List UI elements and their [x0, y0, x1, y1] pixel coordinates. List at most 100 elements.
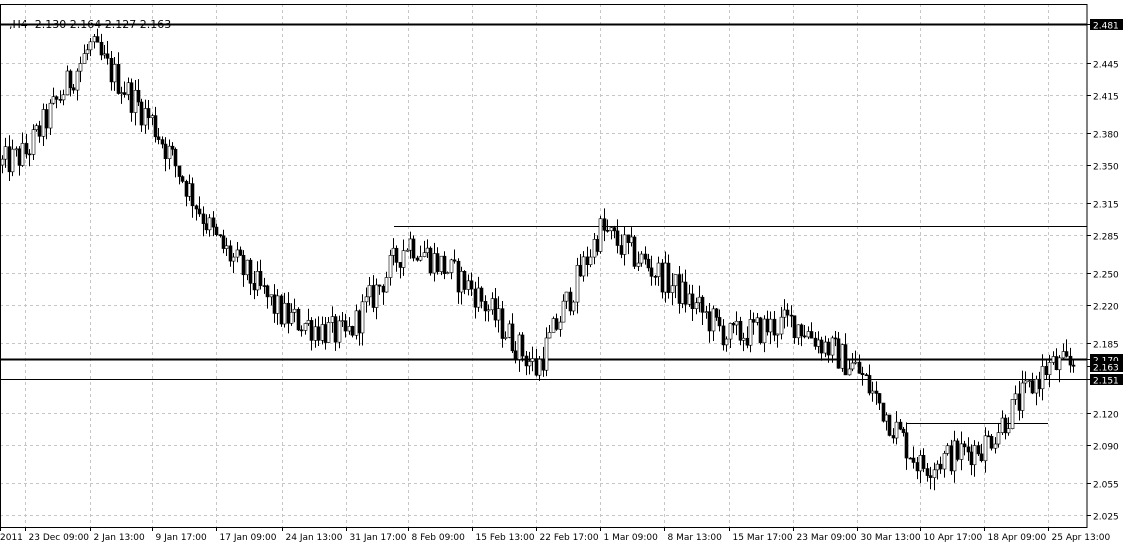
- candle-body: [741, 337, 746, 341]
- candle-body: [911, 457, 916, 463]
- x-tick-label: 8 Feb 09:00: [412, 533, 466, 543]
- candle-body: [779, 316, 784, 335]
- candle-body: [428, 247, 433, 274]
- candle-body: [1051, 356, 1056, 363]
- candle-body: [1030, 380, 1035, 394]
- candle-body: [507, 323, 512, 338]
- candle-body: [408, 238, 413, 251]
- candle-body: [751, 319, 756, 323]
- candle-body: [224, 245, 229, 249]
- candle-body: [156, 136, 161, 140]
- candle-body: [31, 129, 36, 155]
- candle-body: [418, 256, 423, 261]
- candle-body: [180, 176, 185, 182]
- candle-body: [901, 428, 906, 433]
- x-tick-label: 30 Mar 13:00: [861, 533, 921, 543]
- candle-body: [422, 252, 427, 257]
- candle-body: [867, 375, 872, 394]
- candle-body: [241, 255, 246, 276]
- candle-body: [3, 146, 8, 160]
- y-tick-label: 2.151: [1093, 377, 1119, 387]
- candle-body: [772, 318, 777, 336]
- candle-body: [102, 53, 107, 56]
- candle-body: [303, 323, 308, 331]
- candle-body: [466, 280, 471, 290]
- candle-body: [884, 414, 889, 422]
- candle-body: [806, 331, 811, 338]
- candle-body: [704, 311, 709, 313]
- candle-body: [738, 320, 743, 341]
- candle-body: [374, 284, 379, 308]
- candle-body: [27, 153, 32, 156]
- candle-body: [51, 96, 56, 104]
- candle-body: [989, 436, 994, 449]
- candle-body: [435, 253, 440, 272]
- candle-body: [126, 82, 131, 95]
- candle-body: [292, 308, 297, 313]
- candle-body: [258, 271, 263, 286]
- candle-body: [411, 238, 416, 259]
- candle-body: [680, 281, 685, 304]
- candle-body: [700, 296, 705, 313]
- candle-body: [112, 64, 117, 83]
- candle-body: [343, 320, 348, 332]
- frame-layer: [0, 4, 1088, 528]
- candle-body: [585, 256, 590, 266]
- price-chart[interactable]: 2.481 2.445 2.415 2.380 2.350 2.315 2.285 2.250…: [0, 0, 1131, 556]
- candle-body: [1010, 399, 1015, 429]
- candle-body: [571, 301, 576, 312]
- candle-body: [649, 267, 654, 277]
- candle-body: [952, 440, 957, 472]
- candle-body: [809, 331, 814, 339]
- candle-body: [37, 125, 42, 137]
- candle-body: [503, 337, 508, 339]
- x-tick-label: 24 Jan 13:00: [286, 533, 343, 543]
- candle-body: [68, 70, 73, 89]
- candle-body: [782, 309, 787, 318]
- candle-body: [211, 217, 216, 228]
- candle-body: [92, 36, 97, 43]
- candle-body: [85, 49, 90, 54]
- x-tick-label: 15 Mar 17:00: [733, 533, 793, 543]
- candle-body: [534, 358, 539, 376]
- x-axis: 2011 23 Dec 09:00 2 Jan 13:00 9 Jan 17:00 17…: [0, 527, 1110, 543]
- y-tick-label: 2.415: [1093, 93, 1119, 103]
- candle-body: [663, 262, 668, 293]
- candle-body: [347, 326, 352, 332]
- candle-body: [813, 337, 818, 347]
- candle-body: [513, 350, 518, 360]
- candle-body: [976, 445, 981, 455]
- candle-body: [167, 145, 172, 159]
- candle-body: [1006, 428, 1011, 434]
- y-tick-label: 2.120: [1093, 411, 1119, 421]
- candle-body: [860, 373, 865, 376]
- plot-frame: [0, 4, 1088, 528]
- candle-body: [748, 319, 753, 346]
- candle-body: [1027, 380, 1032, 382]
- y-tick-label: 2.481: [1093, 22, 1119, 32]
- y-axis: 2.481 2.445 2.415 2.380 2.350 2.315 2.285 2.250…: [1087, 19, 1123, 523]
- x-tick-label: 31 Jan 17:00: [350, 533, 407, 543]
- candle-body: [207, 217, 212, 231]
- candle-body: [439, 255, 444, 272]
- y-tick-label: 2.220: [1093, 303, 1119, 313]
- candle-body: [306, 320, 311, 324]
- candle-body: [255, 271, 260, 291]
- candle-body: [184, 181, 189, 197]
- candle-body: [58, 99, 63, 101]
- candle-body: [816, 339, 821, 347]
- candle-body: [1040, 366, 1045, 390]
- candle-body: [935, 463, 940, 471]
- candle-body: [877, 393, 882, 404]
- candle-body: [857, 361, 862, 374]
- candle-body: [687, 293, 692, 305]
- candle-body: [7, 146, 12, 173]
- candle-body: [962, 443, 967, 448]
- candle-body: [918, 455, 923, 472]
- candle-body: [1044, 366, 1049, 376]
- candle-body: [377, 284, 382, 287]
- candle-body: [187, 183, 192, 197]
- candle-body: [269, 294, 274, 298]
- candle-body: [61, 94, 66, 101]
- candle-body: [592, 239, 597, 258]
